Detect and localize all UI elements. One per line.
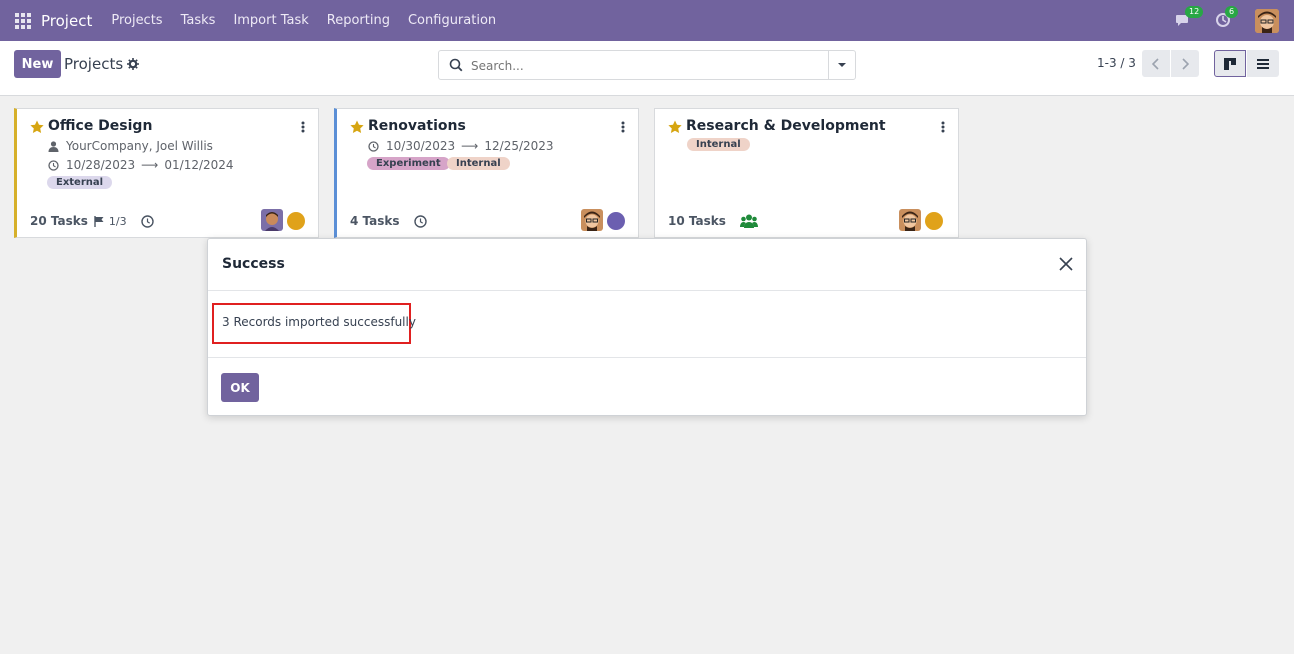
success-dialog: Success 3 Records imported successfully … — [207, 238, 1087, 416]
close-icon[interactable] — [1058, 256, 1074, 272]
dialog-footer: OK — [208, 358, 1086, 415]
dialog-title: Success — [222, 256, 285, 272]
dialog-message: 3 Records imported successfully — [222, 315, 416, 329]
dialog-header: Success — [208, 239, 1086, 291]
ok-button[interactable]: OK — [221, 373, 259, 402]
dialog-body: 3 Records imported successfully — [208, 291, 1086, 358]
